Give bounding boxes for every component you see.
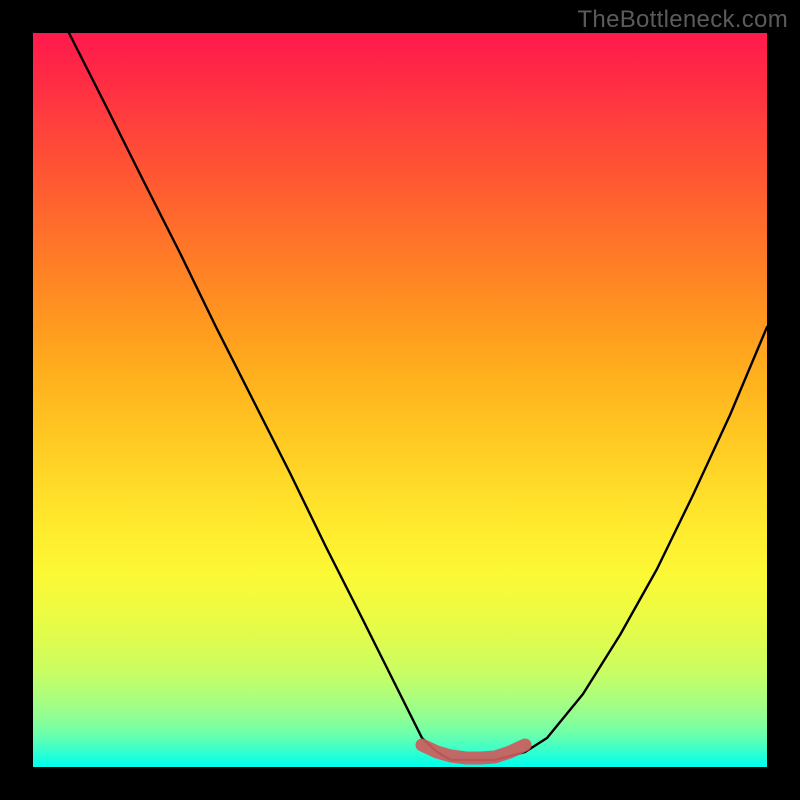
- chart-frame: TheBottleneck.com: [0, 0, 800, 800]
- plot-area: [33, 33, 767, 767]
- main-curve-line: [69, 33, 767, 760]
- chart-svg: [33, 33, 767, 767]
- watermark-text: TheBottleneck.com: [577, 6, 788, 34]
- bottom-marker-band: [422, 745, 525, 758]
